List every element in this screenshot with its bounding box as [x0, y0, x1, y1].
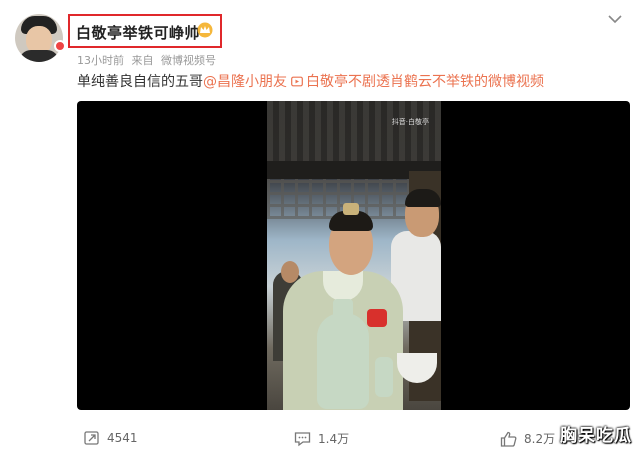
- post-time[interactable]: 13小时前: [77, 54, 124, 67]
- live-badge-icon: [54, 40, 66, 52]
- post-text: 单纯善良自信的五哥: [77, 74, 203, 90]
- repost-count: 4541: [107, 431, 138, 445]
- post-source-prefix: 来自: [131, 54, 154, 67]
- avatar-body: [19, 50, 59, 62]
- comment-count: 1.4万: [318, 432, 350, 446]
- video-frame: 抖音·白敬亭: [267, 101, 441, 410]
- post-meta: 13小时前 来自 微博视频号: [77, 52, 220, 68]
- post-source[interactable]: 微博视频号: [161, 54, 216, 67]
- video-scene-red-fan: [367, 309, 387, 327]
- chevron-down-icon[interactable]: [608, 14, 622, 24]
- video-link[interactable]: 白敬亭不剧透肖鹤云不举铁的微博视频: [306, 74, 544, 90]
- thumbs-up-icon: [500, 431, 517, 447]
- like-count: 8.2万: [524, 432, 556, 446]
- avatar[interactable]: [15, 14, 63, 62]
- like-button[interactable]: 8.2万: [500, 430, 555, 447]
- video-link-icon: [291, 76, 303, 87]
- crown-icon: [197, 22, 213, 38]
- repost-button[interactable]: 4541: [84, 430, 138, 446]
- video-player[interactable]: 抖音·白敬亭: [77, 101, 630, 410]
- post-content: 单纯善良自信的五哥@昌隆小朋友 白敬亭不剧透肖鹤云不举铁的微博视频: [77, 71, 544, 91]
- author-name[interactable]: 白敬亭举铁可峥帅: [76, 22, 200, 43]
- video-scene-kettle: [317, 313, 369, 409]
- repost-icon: [84, 431, 99, 445]
- comment-button[interactable]: 1.4万: [294, 430, 349, 447]
- page-watermark: 胸呆吃瓜: [560, 426, 632, 446]
- mention-link[interactable]: @昌隆小朋友: [203, 74, 287, 90]
- comment-icon: [294, 431, 311, 446]
- video-scene-boy-hair: [405, 189, 441, 207]
- action-bar: 4541 1.4万 8.2万: [0, 428, 640, 452]
- video-scene-man-crown: [343, 203, 359, 215]
- video-watermark: 抖音·白敬亭: [391, 118, 429, 126]
- video-scene-cup: [375, 357, 393, 397]
